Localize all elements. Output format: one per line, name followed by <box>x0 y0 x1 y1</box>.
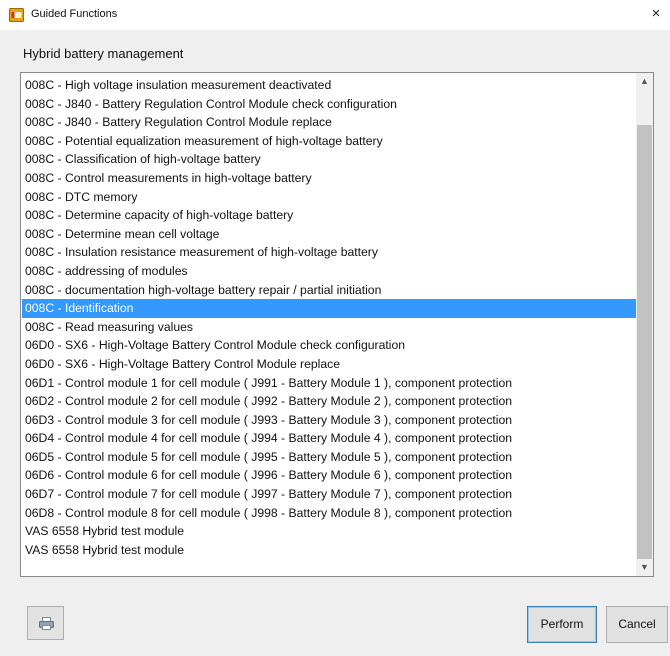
scroll-thumb[interactable] <box>637 125 652 559</box>
scroll-down-arrow-icon[interactable]: ▼ <box>636 559 653 576</box>
window-title: Guided Functions <box>31 8 118 20</box>
list-item[interactable]: 008C - Insulation resistance measurement… <box>22 243 637 262</box>
list-item[interactable]: 06D2 - Control module 2 for cell module … <box>22 392 637 411</box>
perform-button[interactable]: Perform <box>527 606 597 643</box>
guided-functions-window: Guided Functions × Hybrid battery manage… <box>0 0 670 656</box>
list-item[interactable]: VAS 6558 Hybrid test module <box>22 541 637 560</box>
list-item[interactable]: 06D1 - Control module 1 for cell module … <box>22 374 637 393</box>
list-item[interactable]: 06D7 - Control module 7 for cell module … <box>22 485 637 504</box>
list-item[interactable]: 008C - Classification of high-voltage ba… <box>22 150 637 169</box>
list-item[interactable]: 008C - addressing of modules <box>22 262 637 281</box>
list-item[interactable]: 008C - documentation high-voltage batter… <box>22 281 637 300</box>
cancel-button[interactable]: Cancel <box>606 606 668 643</box>
list-item[interactable]: 008C - High voltage insulation measureme… <box>22 76 637 95</box>
list-item[interactable]: 008C - Read measuring values <box>22 318 637 337</box>
list-item[interactable]: 008C - DTC memory <box>22 188 637 207</box>
function-list[interactable]: 008C - High voltage insulation measureme… <box>20 72 654 577</box>
title-bar: Guided Functions × <box>0 0 670 30</box>
list-item[interactable]: 008C - Identification <box>22 299 637 318</box>
printer-icon <box>39 617 54 630</box>
scroll-up-arrow-icon[interactable]: ▲ <box>636 73 653 90</box>
list-item[interactable]: 06D0 - SX6 - High-Voltage Battery Contro… <box>22 336 637 355</box>
list-item[interactable]: 008C - J840 - Battery Regulation Control… <box>22 113 637 132</box>
list-item[interactable]: 06D8 - Control module 8 for cell module … <box>22 504 637 523</box>
list-item[interactable]: 06D3 - Control module 3 for cell module … <box>22 411 637 430</box>
list-item[interactable]: 008C - J840 - Battery Regulation Control… <box>22 95 637 114</box>
list-item[interactable]: 008C - Determine capacity of high-voltag… <box>22 206 637 225</box>
close-button[interactable]: × <box>642 0 670 30</box>
list-item[interactable]: 008C - Potential equalization measuremen… <box>22 132 637 151</box>
list-item[interactable]: 008C - Control measurements in high-volt… <box>22 169 637 188</box>
print-button[interactable] <box>27 606 64 640</box>
list-item[interactable]: 06D5 - Control module 5 for cell module … <box>22 448 637 467</box>
guided-functions-app-icon <box>9 8 24 22</box>
list-item[interactable]: VAS 6558 Hybrid test module <box>22 522 637 541</box>
vertical-scrollbar[interactable]: ▲ ▼ <box>636 73 653 576</box>
section-label: Hybrid battery management <box>23 46 184 61</box>
list-item[interactable]: 06D4 - Control module 4 for cell module … <box>22 429 637 448</box>
list-item[interactable]: 06D0 - SX6 - High-Voltage Battery Contro… <box>22 355 637 374</box>
list-item[interactable]: 008C - Determine mean cell voltage <box>22 225 637 244</box>
list-item[interactable]: 06D6 - Control module 6 for cell module … <box>22 466 637 485</box>
function-list-items: 008C - High voltage insulation measureme… <box>22 76 637 559</box>
